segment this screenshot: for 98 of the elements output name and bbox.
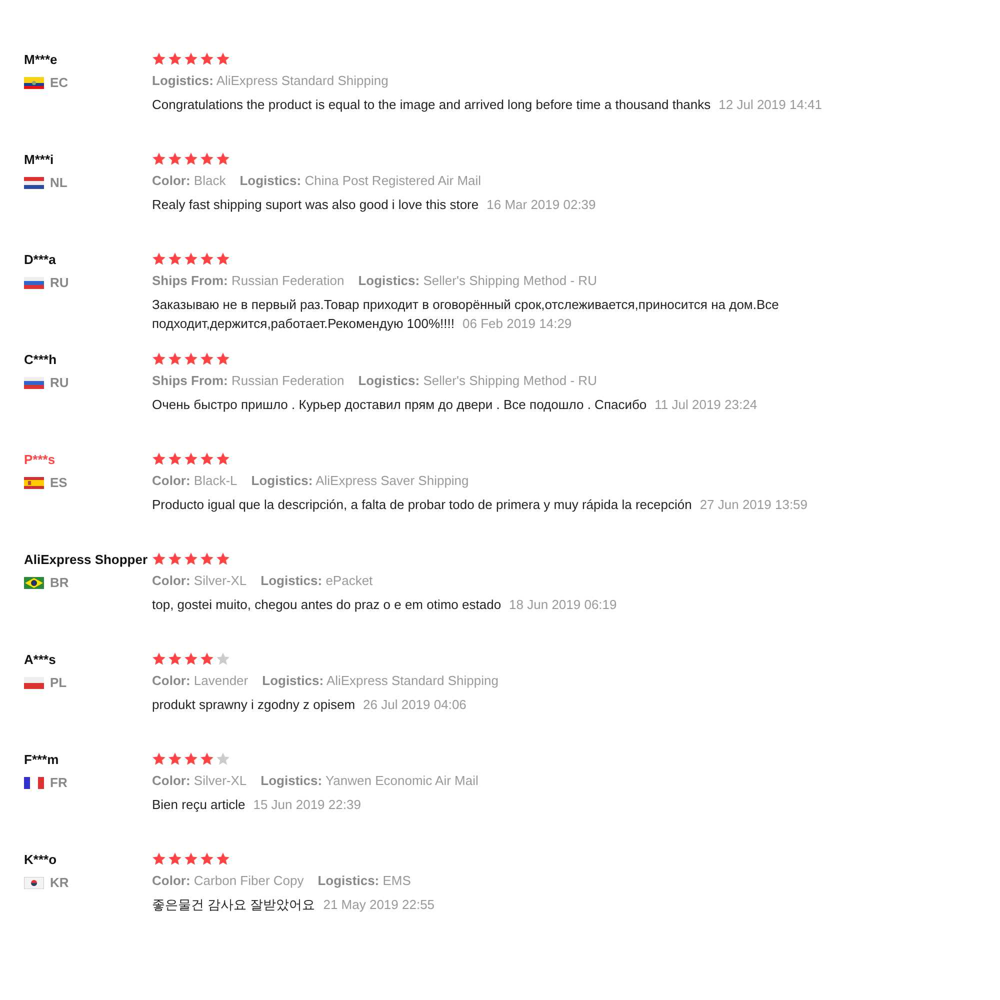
country-code: RU	[50, 275, 69, 290]
star-icon	[184, 452, 198, 466]
order-attribute: Color: Silver-XL	[152, 573, 247, 588]
star-icon	[200, 52, 214, 66]
order-attribute: Logistics: Seller's Shipping Method - RU	[358, 273, 597, 288]
review-text: Realy fast shipping suport was also good i love this store 16 Mar 2019 02:39	[152, 196, 596, 214]
order-attribute: Logistics: AliExpress Saver Shipping	[251, 473, 469, 488]
star-icon	[152, 752, 166, 766]
reviewer-name: P***s	[24, 452, 56, 467]
order-attribute: Logistics: EMS	[318, 873, 411, 888]
star-icon	[184, 852, 198, 866]
reviewer-name: F***m	[24, 752, 60, 767]
reviewer-name: C***h	[24, 352, 58, 367]
review-text: 좋은물건 감사요 잘받았어요 21 May 2019 22:55	[152, 896, 435, 914]
star-icon	[168, 352, 182, 366]
star-icon	[152, 252, 166, 266]
reviewer-name: K***o	[24, 852, 58, 867]
star-icon	[216, 352, 230, 366]
star-icon	[200, 552, 214, 566]
star-icon	[168, 152, 182, 166]
reviewer-name: M***e	[24, 52, 58, 67]
country-code: NL	[50, 175, 68, 190]
star-icon	[184, 352, 198, 366]
order-attribute: Logistics: ePacket	[260, 573, 373, 588]
star-icon	[168, 752, 182, 766]
country-code: BR	[50, 575, 69, 590]
country-code: ES	[50, 475, 68, 490]
flag-icon	[24, 276, 44, 288]
review-text: Очень быстро пришло . Курьер доставил прям до двери . Все подошло . Спасибо 11 Jul 2019 23:24	[152, 396, 758, 414]
star-icon	[152, 552, 166, 566]
order-attribute: Logistics: AliExpress Standard Shipping	[262, 673, 498, 688]
star-icon	[216, 252, 230, 266]
order-attribute: Color: Lavender	[152, 673, 248, 688]
flag-icon	[24, 676, 44, 688]
star-icon	[184, 552, 198, 566]
review-text: Заказываю не в первый раз.Товар приходит в оговорённый срок,отслеживается,приносится на дом.Все подходит,держится,работает.Рекомендую 100%!!!! 06 Feb 2019 14:29	[152, 296, 780, 333]
star-icon	[216, 652, 230, 666]
star-icon	[184, 252, 198, 266]
star-icon	[200, 752, 214, 766]
star-icon	[200, 152, 214, 166]
star-icon	[200, 652, 214, 666]
flag-icon	[24, 776, 44, 788]
flag-icon	[24, 176, 44, 188]
reviewer-name: AliExpress Shopper	[24, 552, 149, 567]
order-attribute: Logistics: AliExpress Standard Shipping	[152, 73, 388, 88]
star-icon	[184, 752, 198, 766]
star-icon	[200, 252, 214, 266]
star-icon	[200, 352, 214, 366]
star-icon	[152, 352, 166, 366]
order-attribute: Ships From: Russian Federation	[152, 273, 344, 288]
star-icon	[184, 152, 198, 166]
flag-icon	[24, 76, 44, 88]
star-icon	[152, 452, 166, 466]
order-attribute: Color: Silver-XL	[152, 773, 247, 788]
reviewer-name: D***a	[24, 252, 57, 267]
flag-icon	[24, 476, 44, 488]
review-text: produkt sprawny i zgodny z opisem 26 Jul 2019 04:06	[152, 696, 468, 714]
star-icon	[200, 852, 214, 866]
flag-icon	[24, 376, 44, 388]
star-icon	[168, 552, 182, 566]
star-icon	[216, 52, 230, 66]
star-icon	[216, 452, 230, 466]
order-attribute: Logistics: Yanwen Economic Air Mail	[260, 773, 478, 788]
star-icon	[152, 852, 166, 866]
flag-icon	[24, 876, 44, 888]
reviewer-name: M***i	[24, 152, 55, 167]
order-attribute: Ships From: Russian Federation	[152, 373, 344, 388]
star-icon	[184, 652, 198, 666]
star-icon	[152, 52, 166, 66]
star-icon	[216, 152, 230, 166]
country-code: KR	[50, 875, 69, 890]
star-icon	[168, 852, 182, 866]
order-attribute: Color: Black-L	[152, 473, 238, 488]
review-text: Bien reçu article 15 Jun 2019 22:39	[152, 796, 362, 814]
country-code: RU	[50, 375, 69, 390]
review-text: top, gostei muito, chegou antes do praz o e em otimo estado 18 Jun 2019 06:19	[152, 596, 617, 614]
star-icon	[184, 52, 198, 66]
review-text: Producto igual que la descripción, a falta de probar todo de primera y muy rápida la recepción 27 Jun 2019 13:59	[152, 496, 808, 514]
star-icon	[216, 852, 230, 866]
star-icon	[216, 552, 230, 566]
country-code: FR	[50, 775, 68, 790]
country-code: PL	[50, 675, 67, 690]
star-icon	[168, 52, 182, 66]
review-text: Congratulations the product is equal to the image and arrived long before time a thousand thanks 12 Jul 2019 14:41	[152, 96, 822, 114]
star-icon	[152, 152, 166, 166]
flag-icon	[24, 576, 44, 588]
star-icon	[168, 652, 182, 666]
country-code: EC	[50, 75, 68, 90]
order-attribute: Color: Carbon Fiber Copy	[152, 873, 304, 888]
order-attribute: Logistics: Seller's Shipping Method - RU	[358, 373, 597, 388]
star-icon	[216, 752, 230, 766]
order-attribute: Logistics: China Post Registered Air Mail	[240, 173, 482, 188]
reviewer-name: A***s	[24, 652, 57, 667]
star-icon	[168, 452, 182, 466]
order-attribute: Color: Black	[152, 173, 226, 188]
star-icon	[200, 452, 214, 466]
star-icon	[152, 652, 166, 666]
star-icon	[168, 252, 182, 266]
